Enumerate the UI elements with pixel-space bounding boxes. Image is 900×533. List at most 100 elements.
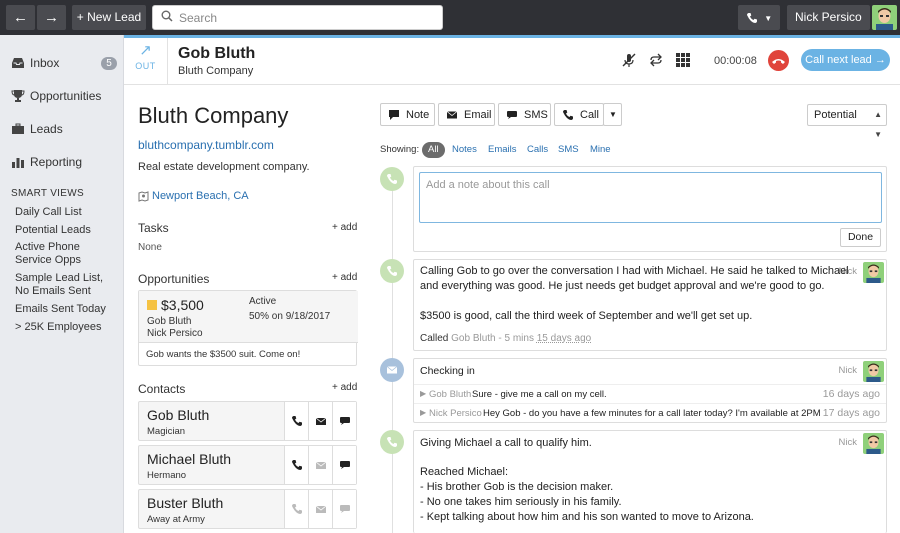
smart-view-item[interactable]: Daily Call List bbox=[15, 206, 119, 219]
contact-email-button[interactable] bbox=[308, 446, 332, 484]
add-contact-button[interactable]: + add bbox=[332, 382, 357, 393]
contact-title: Hermano bbox=[147, 470, 187, 481]
chat-icon bbox=[340, 505, 350, 513]
note-button-label: Note bbox=[406, 108, 430, 121]
activity-text: - Kept talking about how him and his son… bbox=[420, 511, 754, 523]
timeline-call-marker bbox=[380, 259, 404, 283]
email-button[interactable]: Email bbox=[438, 103, 495, 126]
meta-duration: - 5 mins bbox=[498, 333, 534, 344]
caret-right-icon: ▶ bbox=[420, 408, 427, 417]
contact-sms-button[interactable] bbox=[332, 402, 356, 440]
contact-name: Buster Bluth bbox=[147, 495, 224, 511]
smart-view-item[interactable]: > 25K Employees bbox=[15, 321, 119, 334]
contact-email-button[interactable] bbox=[308, 402, 332, 440]
search-icon bbox=[161, 10, 173, 22]
add-opportunity-button[interactable]: + add bbox=[332, 272, 357, 283]
call-note-input[interactable] bbox=[419, 172, 882, 223]
filter-mine[interactable]: Mine bbox=[590, 142, 611, 158]
filter-emails[interactable]: Emails bbox=[488, 142, 517, 158]
smart-view-item[interactable]: Emails Sent Today bbox=[15, 303, 119, 316]
contact-call-button[interactable] bbox=[284, 490, 308, 528]
meta-timestamp: 15 days ago bbox=[536, 333, 592, 344]
search-input[interactable] bbox=[179, 9, 434, 26]
lead-location-link[interactable]: Newport Beach, CA bbox=[138, 190, 249, 202]
phone-icon bbox=[746, 12, 757, 23]
call-button-label: Call bbox=[580, 108, 599, 121]
contact-title: Away at Army bbox=[147, 514, 205, 525]
email-thread-activity[interactable]: Checking in Nick ▶ Gob Bluth Sure - give… bbox=[413, 358, 887, 423]
sms-button[interactable]: SMS bbox=[498, 103, 551, 126]
email-message-row[interactable]: ▶ Gob Bluth Sure - give me a call on my … bbox=[414, 384, 886, 403]
contact-email-button[interactable] bbox=[308, 490, 332, 528]
contact-title: Magician bbox=[147, 426, 186, 437]
call-options-dropdown[interactable]: ▼ bbox=[603, 103, 622, 126]
contact-call-button[interactable] bbox=[284, 402, 308, 440]
timeline-line bbox=[392, 180, 393, 533]
sidebar-item-leads[interactable]: Leads bbox=[11, 120, 63, 138]
back-button[interactable]: ← bbox=[6, 5, 35, 30]
sidebar-item-label: Leads bbox=[30, 122, 63, 136]
arrow-left-icon: ← bbox=[13, 9, 28, 26]
dialpad-icon[interactable] bbox=[675, 52, 691, 68]
call-company-name[interactable]: Bluth Company bbox=[178, 65, 253, 77]
contact-card[interactable]: Buster Bluth Away at Army bbox=[138, 489, 357, 529]
chat-icon bbox=[340, 417, 350, 425]
email-sender: Nick Persico bbox=[429, 408, 482, 419]
call-activity[interactable]: Nick Calling Gob to go over the conversa… bbox=[413, 259, 887, 351]
forward-button[interactable]: → bbox=[37, 5, 66, 30]
envelope-icon bbox=[386, 366, 398, 374]
status-color-swatch bbox=[147, 300, 157, 310]
meta-prefix: Called bbox=[420, 333, 449, 344]
lead-status-select[interactable]: Potential ▲ ▼ bbox=[807, 104, 887, 139]
inbox-icon bbox=[12, 58, 24, 68]
filter-calls[interactable]: Calls bbox=[527, 142, 548, 158]
lead-url-link[interactable]: bluthcompany.tumblr.com bbox=[138, 138, 274, 152]
filter-notes[interactable]: Notes bbox=[452, 142, 477, 158]
phone-icon bbox=[387, 437, 397, 447]
timeline-email-marker bbox=[380, 358, 404, 382]
phone-icon bbox=[563, 109, 573, 120]
filter-all[interactable]: All bbox=[422, 142, 445, 158]
email-message-row[interactable]: ▶ Nick Persico Hey Gob - do you have a f… bbox=[414, 403, 886, 422]
phone-menu-button[interactable]: ▼ bbox=[738, 5, 780, 30]
done-button[interactable]: Done bbox=[840, 228, 881, 247]
active-call-bar: ↗ OUT Gob Bluth Bluth Company 00:00:08 C… bbox=[124, 35, 900, 85]
smart-view-item[interactable]: Sample Lead List, No Emails Sent bbox=[15, 272, 119, 298]
call-activity[interactable]: Nick Giving Michael a call to qualify hi… bbox=[413, 430, 887, 533]
call-button[interactable]: Call bbox=[554, 103, 604, 126]
avatar[interactable] bbox=[872, 5, 897, 30]
call-next-lead-button[interactable]: Call next lead → bbox=[801, 49, 890, 71]
sidebar-item-label: Opportunities bbox=[30, 89, 102, 103]
contacts-heading: Contacts bbox=[138, 382, 186, 396]
sidebar-item-inbox[interactable]: Inbox bbox=[11, 54, 59, 72]
opportunity-note: Gob wants the $3500 suit. Come on! bbox=[146, 349, 301, 360]
smart-view-item[interactable]: Potential Leads bbox=[15, 224, 119, 237]
briefcase-icon bbox=[12, 123, 24, 134]
meta-contact[interactable]: Gob Bluth bbox=[451, 333, 495, 344]
call-timer: 00:00:08 bbox=[714, 55, 757, 67]
search-box[interactable] bbox=[152, 5, 443, 30]
user-menu-button[interactable]: Nick Persico ▼ bbox=[787, 5, 870, 48]
add-task-button[interactable]: + add bbox=[332, 222, 357, 233]
opportunity-card[interactable]: $3,500 Gob Bluth Nick Persico Active 50%… bbox=[138, 290, 358, 366]
new-lead-button[interactable]: + New Lead bbox=[72, 5, 146, 30]
envelope-icon bbox=[446, 110, 458, 118]
filter-sms[interactable]: SMS bbox=[558, 142, 579, 158]
contact-call-button[interactable] bbox=[284, 446, 308, 484]
transfer-icon[interactable] bbox=[648, 52, 664, 68]
call-contact-name[interactable]: Gob Bluth bbox=[178, 45, 255, 63]
contact-sms-button[interactable] bbox=[332, 446, 356, 484]
phone-icon bbox=[387, 266, 397, 276]
sidebar-item-reporting[interactable]: Reporting bbox=[11, 153, 82, 171]
activity-text: Giving Michael a call to qualify him. bbox=[420, 437, 592, 449]
note-button[interactable]: Note bbox=[380, 103, 435, 126]
contact-card[interactable]: Michael Bluth Hermano bbox=[138, 445, 357, 485]
contact-sms-button[interactable] bbox=[332, 490, 356, 528]
chat-icon bbox=[507, 110, 517, 119]
mute-microphone-icon[interactable] bbox=[621, 52, 637, 68]
sidebar-item-opportunities[interactable]: Opportunities bbox=[11, 87, 101, 105]
smart-view-item[interactable]: Active Phone Service Opps bbox=[15, 241, 119, 267]
arrow-right-icon: → bbox=[44, 9, 59, 26]
contact-card[interactable]: Gob Bluth Magician bbox=[138, 401, 357, 441]
hangup-button[interactable] bbox=[768, 50, 789, 71]
